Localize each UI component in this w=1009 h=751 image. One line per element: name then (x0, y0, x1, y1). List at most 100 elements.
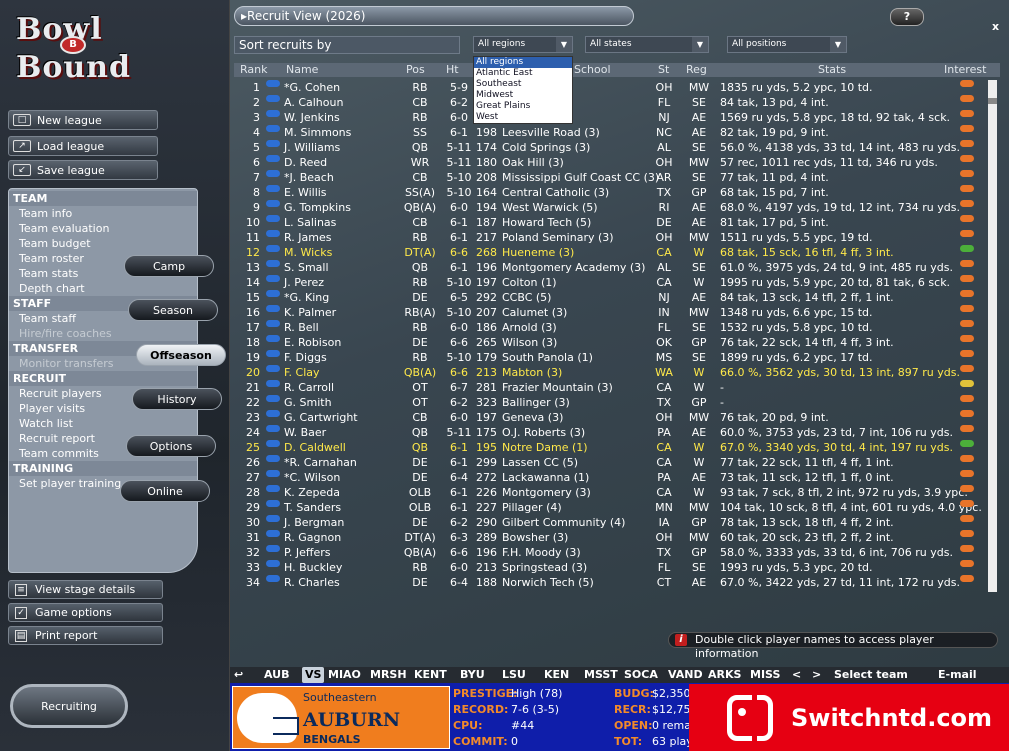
table-row[interactable]: 3 W. Jenkins RB 6-0 NJ AE 1569 ru yds, 5.8 ypc… (234, 110, 988, 125)
header-stats[interactable]: Stats (818, 63, 846, 77)
team-tab-aub[interactable]: AUB (264, 667, 290, 683)
table-row[interactable]: 17 R. Bell RB 6-0 186 Arnold (3) FL SE 1532 ru y… (234, 320, 988, 335)
table-row[interactable]: 9 G. Tompkins QB(A) 6-0 194 West Warwick (5) R… (234, 200, 988, 215)
table-row[interactable]: 13 S. Small QB 6-1 196 Montgomery Academy (3)… (234, 260, 988, 275)
table-row[interactable]: 10 L. Salinas CB 6-1 187 Howard Tech (5) DE AE 8… (234, 215, 988, 230)
header-st[interactable]: St (658, 63, 669, 77)
table-row[interactable]: 21 R. Carroll OT 6-7 281 Frazier Mountain (3)… (234, 380, 988, 395)
cell-name[interactable]: W. Baer (284, 425, 326, 440)
states-dropdown[interactable]: All states ▼ (585, 36, 709, 53)
cell-name[interactable]: E. Willis (284, 185, 327, 200)
header-interest[interactable]: Interest (944, 63, 986, 77)
table-row[interactable]: 34 R. Charles DE 6-4 188 Norwich Tech (5) CT AE… (234, 575, 988, 590)
team-tab-vand[interactable]: VAND (668, 667, 703, 683)
table-row[interactable]: 4 M. Simmons SS 6-1 198 Leesville Road (3) NC A… (234, 125, 988, 140)
table-row[interactable]: 33 H. Buckley RB 6-0 213 Springstead (3) FL SE 1… (234, 560, 988, 575)
team-tab-vs[interactable]: VS (302, 667, 325, 683)
cell-name[interactable]: *G. Cohen (284, 80, 340, 95)
header-name[interactable]: Name (286, 63, 318, 77)
region-option[interactable]: Great Plains (474, 101, 572, 112)
help-button[interactable]: ? (890, 8, 924, 26)
team-tab-soca[interactable]: SOCA (624, 667, 658, 683)
cell-name[interactable]: D. Caldwell (284, 440, 346, 455)
table-row[interactable]: 1*G. CohenRB5-9age (5)OHMW1835 ru yds, 5… (234, 80, 988, 95)
header-reg[interactable]: Reg (686, 63, 707, 77)
table-row[interactable]: 22 G. Smith OT 6-2 323 Ballinger (3) TX GP - (234, 395, 988, 410)
table-row[interactable]: 24 W. Baer QB 5-11 175 O.J. Roberts (3) PA AE 60… (234, 425, 988, 440)
table-row[interactable]: 5 J. Williams QB 5-11 174 Cold Springs (3) AL S… (234, 140, 988, 155)
cell-name[interactable]: *R. Carnahan (284, 455, 357, 470)
menu-item-watch-list[interactable]: Watch list (9, 416, 197, 431)
back-arrow-icon[interactable]: ↩ (234, 667, 243, 683)
menu-item-team-evaluation[interactable]: Team evaluation (9, 221, 197, 236)
cell-name[interactable]: H. Buckley (284, 560, 342, 575)
menu-item-depth-chart[interactable]: Depth chart (9, 281, 197, 296)
menu-item-hire-fire-coaches[interactable]: Hire/fire coaches (9, 326, 197, 341)
cell-name[interactable]: M. Wicks (284, 245, 332, 260)
table-row[interactable]: 26 *R. Carnahan DE 6-1 299 Lassen CC (5) CA W 77… (234, 455, 988, 470)
table-row[interactable]: 15 *G. King DE 6-5 292 CCBC (5) NJ AE 84 tak, 13… (234, 290, 988, 305)
game-options-button[interactable]: ✓ Game options (8, 603, 163, 622)
team-tab-miss[interactable]: MISS (750, 667, 780, 683)
cell-name[interactable]: J. Bergman (284, 515, 344, 530)
stage-camp-button[interactable]: Camp (124, 255, 214, 277)
cell-name[interactable]: K. Palmer (284, 305, 336, 320)
team-tab-byu[interactable]: BYU (460, 667, 485, 683)
table-row[interactable]: 8 E. Willis SS(A) 5-10 164 Central Catholic (… (234, 185, 988, 200)
current-stage-recruiting[interactable]: Recruiting (10, 684, 128, 728)
stage-season-button[interactable]: Season (128, 299, 218, 321)
cell-name[interactable]: J. Perez (284, 275, 324, 290)
cell-name[interactable]: G. Smith (284, 395, 332, 410)
table-row[interactable]: 31 R. Gagnon DT(A) 6-3 289 Bowsher (3) OH MW 60 … (234, 530, 988, 545)
table-row[interactable]: 32 P. Jeffers QB(A) 6-6 196 F.H. Moody (3) TX G… (234, 545, 988, 560)
cell-name[interactable]: W. Jenkins (284, 110, 340, 125)
cell-name[interactable]: *G. King (284, 290, 329, 305)
table-row[interactable]: 23 G. Cartwright CB 6-0 197 Geneva (3) OH MW 76 … (234, 410, 988, 425)
cell-name[interactable]: R. Charles (284, 575, 340, 590)
table-row[interactable]: 27 *C. Wilson DE 6-4 272 Lackawanna (1) PA AE 73… (234, 470, 988, 485)
region-option[interactable]: West (474, 112, 572, 123)
print-report-button[interactable]: ▤ Print report (8, 626, 163, 645)
cell-name[interactable]: M. Simmons (284, 125, 351, 140)
next-team-button[interactable]: > (812, 667, 821, 683)
cell-name[interactable]: F. Clay (284, 365, 320, 380)
team-tab-lsu[interactable]: LSU (502, 667, 526, 683)
stage-online-button[interactable]: Online (120, 480, 210, 502)
table-row[interactable]: 25 D. Caldwell QB 6-1 195 Notre Dame (1) CA W 67… (234, 440, 988, 455)
team-tab-mrsh[interactable]: MRSH (370, 667, 407, 683)
cell-name[interactable]: *J. Beach (284, 170, 334, 185)
cell-name[interactable]: R. Gagnon (284, 530, 341, 545)
select-team-button[interactable]: Select team (834, 667, 908, 683)
team-tab-ken[interactable]: KEN (544, 667, 569, 683)
table-row[interactable]: 11 R. James RB 6-1 217 Poland Seminary (3) OH M… (234, 230, 988, 245)
table-row[interactable]: 29 T. Sanders OLB 6-1 227 Pillager (4) MN MW 104… (234, 500, 988, 515)
menu-item-team-info[interactable]: Team info (9, 206, 197, 221)
table-row[interactable]: 7 *J. Beach CB 5-10 208 Mississippi Gulf Coas… (234, 170, 988, 185)
header-school[interactable]: School (574, 63, 611, 77)
region-option[interactable]: Southeast (474, 79, 572, 90)
cell-name[interactable]: S. Small (284, 260, 329, 275)
stage-options-button[interactable]: Options (126, 435, 216, 457)
table-row[interactable]: 12 M. Wicks DT(A) 6-6 268 Hueneme (3) CA W 68 ta… (234, 245, 988, 260)
cell-name[interactable]: D. Reed (284, 155, 327, 170)
stage-history-button[interactable]: History (132, 388, 222, 410)
stage-offseason-button[interactable]: Offseason (136, 344, 226, 366)
cell-name[interactable]: A. Calhoun (284, 95, 343, 110)
cell-name[interactable]: L. Salinas (284, 215, 336, 230)
region-dropdown[interactable]: All regions ▼ (473, 36, 573, 53)
cell-name[interactable]: G. Tompkins (284, 200, 351, 215)
cell-name[interactable]: J. Williams (284, 140, 340, 155)
cell-name[interactable]: G. Cartwright (284, 410, 358, 425)
cell-name[interactable]: E. Robison (284, 335, 341, 350)
header-rank[interactable]: Rank (240, 63, 267, 77)
table-row[interactable]: 28 K. Zepeda OLB 6-1 226 Montgomery (3) CA W 93 … (234, 485, 988, 500)
table-row[interactable]: 2 A. Calhoun CB 6-2 FL SE 84 tak, 13 pd, 4 int… (234, 95, 988, 110)
team-tab-kent[interactable]: KENT (414, 667, 447, 683)
table-row[interactable]: 18 E. Robison DE 6-6 265 Wilson (3) OK GP 76 tak… (234, 335, 988, 350)
table-row[interactable]: 16 K. Palmer RB(A) 5-10 207 Calumet (3) IN MW 13… (234, 305, 988, 320)
cell-name[interactable]: R. Bell (284, 320, 319, 335)
table-row[interactable]: 20 F. Clay QB(A) 6-6 213 Mabton (3) WA W 66.0 %,… (234, 365, 988, 380)
cell-name[interactable]: P. Jeffers (284, 545, 331, 560)
prev-team-button[interactable]: < (792, 667, 801, 683)
team-tab-arks[interactable]: ARKS (708, 667, 741, 683)
